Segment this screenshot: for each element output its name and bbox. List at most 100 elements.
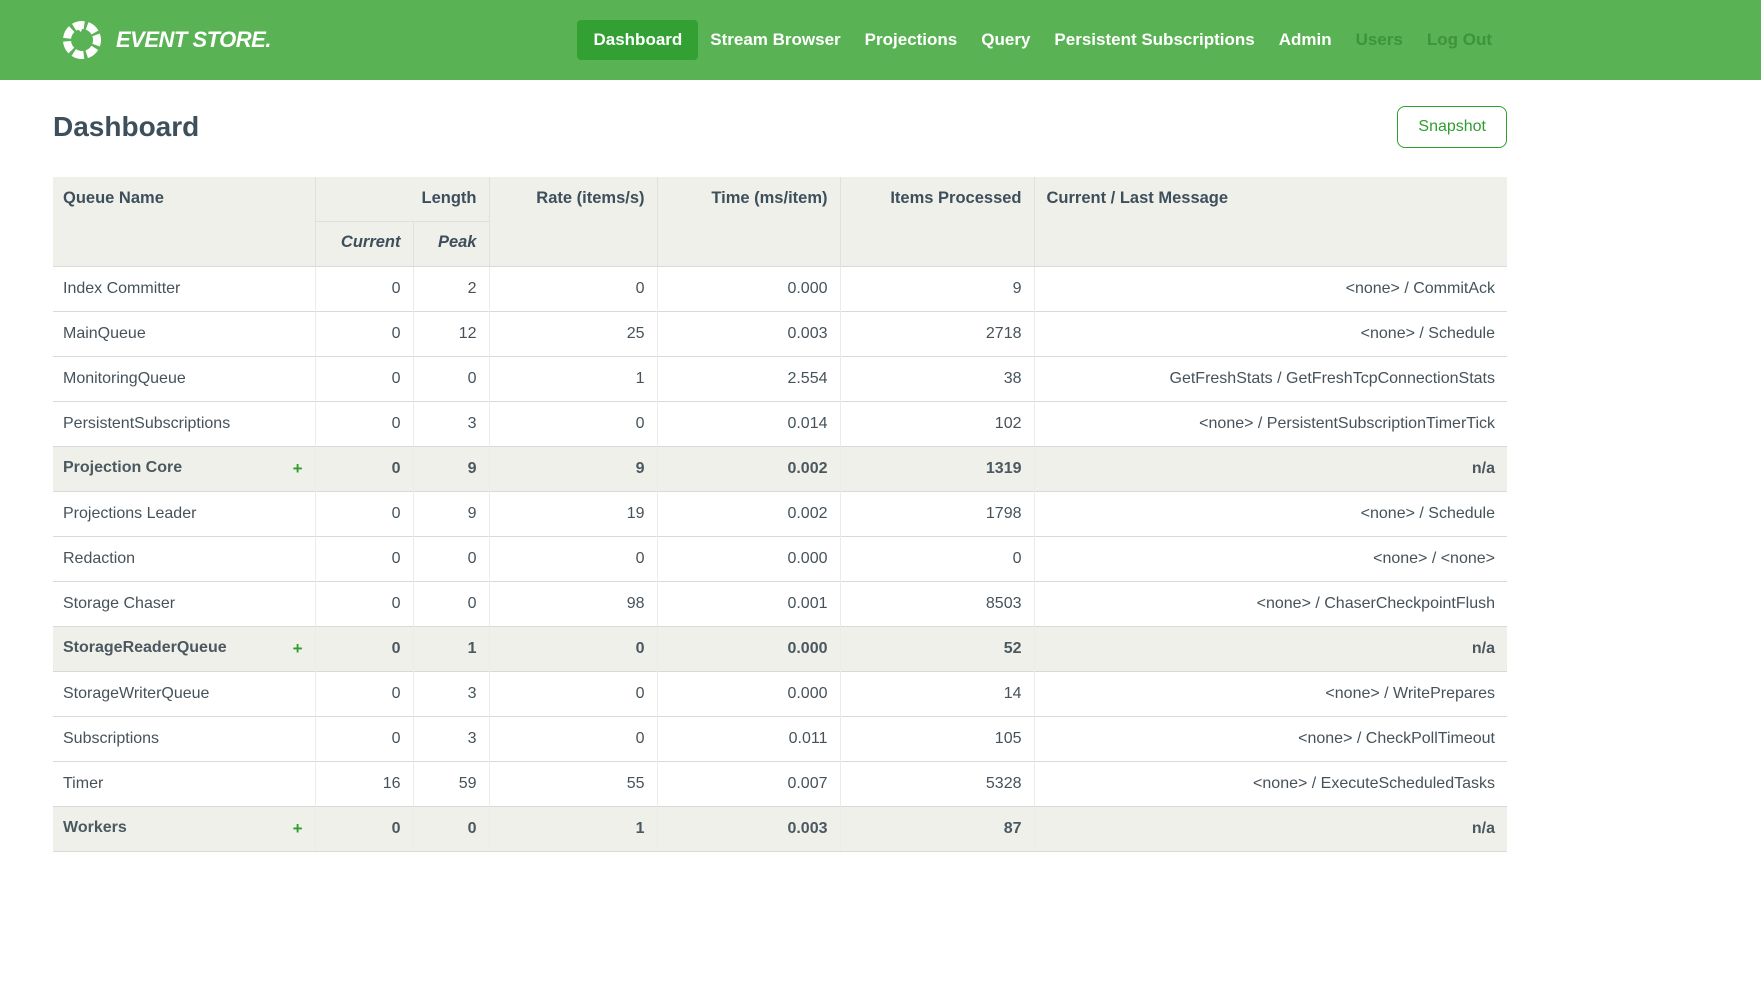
- queue-name-cell: Index Committer: [53, 266, 315, 311]
- queue-name-cell: PersistentSubscriptions: [53, 401, 315, 446]
- table-row: Subscriptions 0 3 0 0.011 105 <none> / C…: [53, 716, 1507, 761]
- time-cell: 0.007: [657, 761, 840, 806]
- queue-name-cell: MainQueue: [53, 311, 315, 356]
- queue-name-label: Projections Leader: [63, 505, 196, 522]
- message-cell: n/a: [1034, 806, 1507, 851]
- nav-item-projections[interactable]: Projections: [853, 20, 970, 60]
- nav-item-log-out[interactable]: Log Out: [1415, 20, 1504, 60]
- length-current-cell: 0: [315, 356, 413, 401]
- queue-name-cell: Timer: [53, 761, 315, 806]
- length-current-cell: 16: [315, 761, 413, 806]
- message-cell: <none> / Schedule: [1034, 491, 1507, 536]
- length-peak-cell: 0: [413, 536, 489, 581]
- table-row: Storage Chaser 0 0 98 0.001 8503 <none> …: [53, 581, 1507, 626]
- length-peak-cell: 12: [413, 311, 489, 356]
- nav-item-persistent-subscriptions[interactable]: Persistent Subscriptions: [1042, 20, 1266, 60]
- items-processed-cell: 1319: [840, 446, 1034, 491]
- length-current-cell: 0: [315, 266, 413, 311]
- length-current-cell: 0: [315, 446, 413, 491]
- time-cell: 0.000: [657, 536, 840, 581]
- items-processed-cell: 105: [840, 716, 1034, 761]
- queue-name-cell: + StorageReaderQueue: [53, 626, 315, 671]
- items-processed-cell: 87: [840, 806, 1034, 851]
- table-row: PersistentSubscriptions 0 3 0 0.014 102 …: [53, 401, 1507, 446]
- rate-cell: 19: [489, 491, 657, 536]
- length-current-cell: 0: [315, 671, 413, 716]
- length-peak-cell: 59: [413, 761, 489, 806]
- queue-table: Queue Name Length Rate (items/s) Time (m…: [53, 177, 1507, 852]
- queue-name-cell: StorageWriterQueue: [53, 671, 315, 716]
- items-processed-cell: 9: [840, 266, 1034, 311]
- table-row: Projections Leader 0 9 19 0.002 1798 <no…: [53, 491, 1507, 536]
- queue-name-cell: + Projection Core: [53, 446, 315, 491]
- queue-name-label: MainQueue: [63, 325, 146, 342]
- message-cell: <none> / ChaserCheckpointFlush: [1034, 581, 1507, 626]
- length-current-cell: 0: [315, 581, 413, 626]
- table-row: Timer 16 59 55 0.007 5328 <none> / Execu…: [53, 761, 1507, 806]
- length-current-cell: 0: [315, 536, 413, 581]
- col-header-current: Current: [315, 221, 413, 266]
- expand-plus-icon[interactable]: +: [293, 639, 303, 659]
- rate-cell: 0: [489, 716, 657, 761]
- message-cell: <none> / CheckPollTimeout: [1034, 716, 1507, 761]
- rate-cell: 1: [489, 356, 657, 401]
- queue-name-cell: Storage Chaser: [53, 581, 315, 626]
- queue-name-cell: Subscriptions: [53, 716, 315, 761]
- nav-item-dashboard[interactable]: Dashboard: [577, 20, 698, 60]
- top-navbar: EVENT STORE. DashboardStream BrowserProj…: [0, 0, 1761, 80]
- table-row: +Projection Core 0 9 9 0.002 1319 n/a: [53, 446, 1507, 491]
- queue-table-body: Index Committer 0 2 0 0.000 9 <none> / C…: [53, 266, 1507, 851]
- nav-item-admin[interactable]: Admin: [1267, 20, 1344, 60]
- length-peak-cell: 0: [413, 356, 489, 401]
- main-content: Dashboard Snapshot Queue Name Length Rat…: [53, 105, 1507, 852]
- length-current-cell: 0: [315, 491, 413, 536]
- items-processed-cell: 52: [840, 626, 1034, 671]
- table-row: Index Committer 0 2 0 0.000 9 <none> / C…: [53, 266, 1507, 311]
- table-row: Redaction 0 0 0 0.000 0 <none> / <none>: [53, 536, 1507, 581]
- nav-item-stream-browser[interactable]: Stream Browser: [698, 20, 852, 60]
- time-cell: 0.002: [657, 491, 840, 536]
- brand-link[interactable]: EVENT STORE.: [60, 18, 271, 62]
- col-header-peak: Peak: [413, 221, 489, 266]
- table-row: +Workers 0 0 1 0.003 87 n/a: [53, 806, 1507, 851]
- length-current-cell: 0: [315, 311, 413, 356]
- col-header-items-processed: Items Processed: [840, 177, 1034, 266]
- length-peak-cell: 3: [413, 671, 489, 716]
- time-cell: 0.003: [657, 806, 840, 851]
- length-current-cell: 0: [315, 626, 413, 671]
- nav-item-users[interactable]: Users: [1344, 20, 1415, 60]
- queue-name-cell: MonitoringQueue: [53, 356, 315, 401]
- message-cell: <none> / Schedule: [1034, 311, 1507, 356]
- event-store-logo-icon: [60, 18, 104, 62]
- length-current-cell: 0: [315, 806, 413, 851]
- queue-name-label: StorageReaderQueue: [63, 639, 227, 656]
- page-title: Dashboard: [53, 111, 199, 143]
- col-header-length: Length: [315, 177, 489, 221]
- rate-cell: 0: [489, 671, 657, 716]
- message-cell: <none> / <none>: [1034, 536, 1507, 581]
- length-peak-cell: 3: [413, 401, 489, 446]
- items-processed-cell: 102: [840, 401, 1034, 446]
- page-header: Dashboard Snapshot: [53, 105, 1507, 149]
- nav-item-query[interactable]: Query: [969, 20, 1042, 60]
- rate-cell: 9: [489, 446, 657, 491]
- queue-name-cell: +Workers: [53, 806, 315, 851]
- rate-cell: 0: [489, 536, 657, 581]
- message-cell: <none> / CommitAck: [1034, 266, 1507, 311]
- rate-cell: 25: [489, 311, 657, 356]
- snapshot-button[interactable]: Snapshot: [1397, 106, 1507, 148]
- expand-plus-icon[interactable]: +: [293, 819, 303, 839]
- time-cell: 0.000: [657, 671, 840, 716]
- message-cell: <none> / PersistentSubscriptionTimerTick: [1034, 401, 1507, 446]
- queue-name-label: Projection Core: [63, 459, 182, 476]
- queue-name-cell: Redaction: [53, 536, 315, 581]
- queue-table-header: Queue Name Length Rate (items/s) Time (m…: [53, 177, 1507, 266]
- expand-plus-icon[interactable]: +: [293, 459, 303, 479]
- message-cell: n/a: [1034, 626, 1507, 671]
- time-cell: 0.001: [657, 581, 840, 626]
- rate-cell: 55: [489, 761, 657, 806]
- rate-cell: 0: [489, 626, 657, 671]
- queue-name-label: Storage Chaser: [63, 595, 175, 612]
- time-cell: 0.011: [657, 716, 840, 761]
- items-processed-cell: 0: [840, 536, 1034, 581]
